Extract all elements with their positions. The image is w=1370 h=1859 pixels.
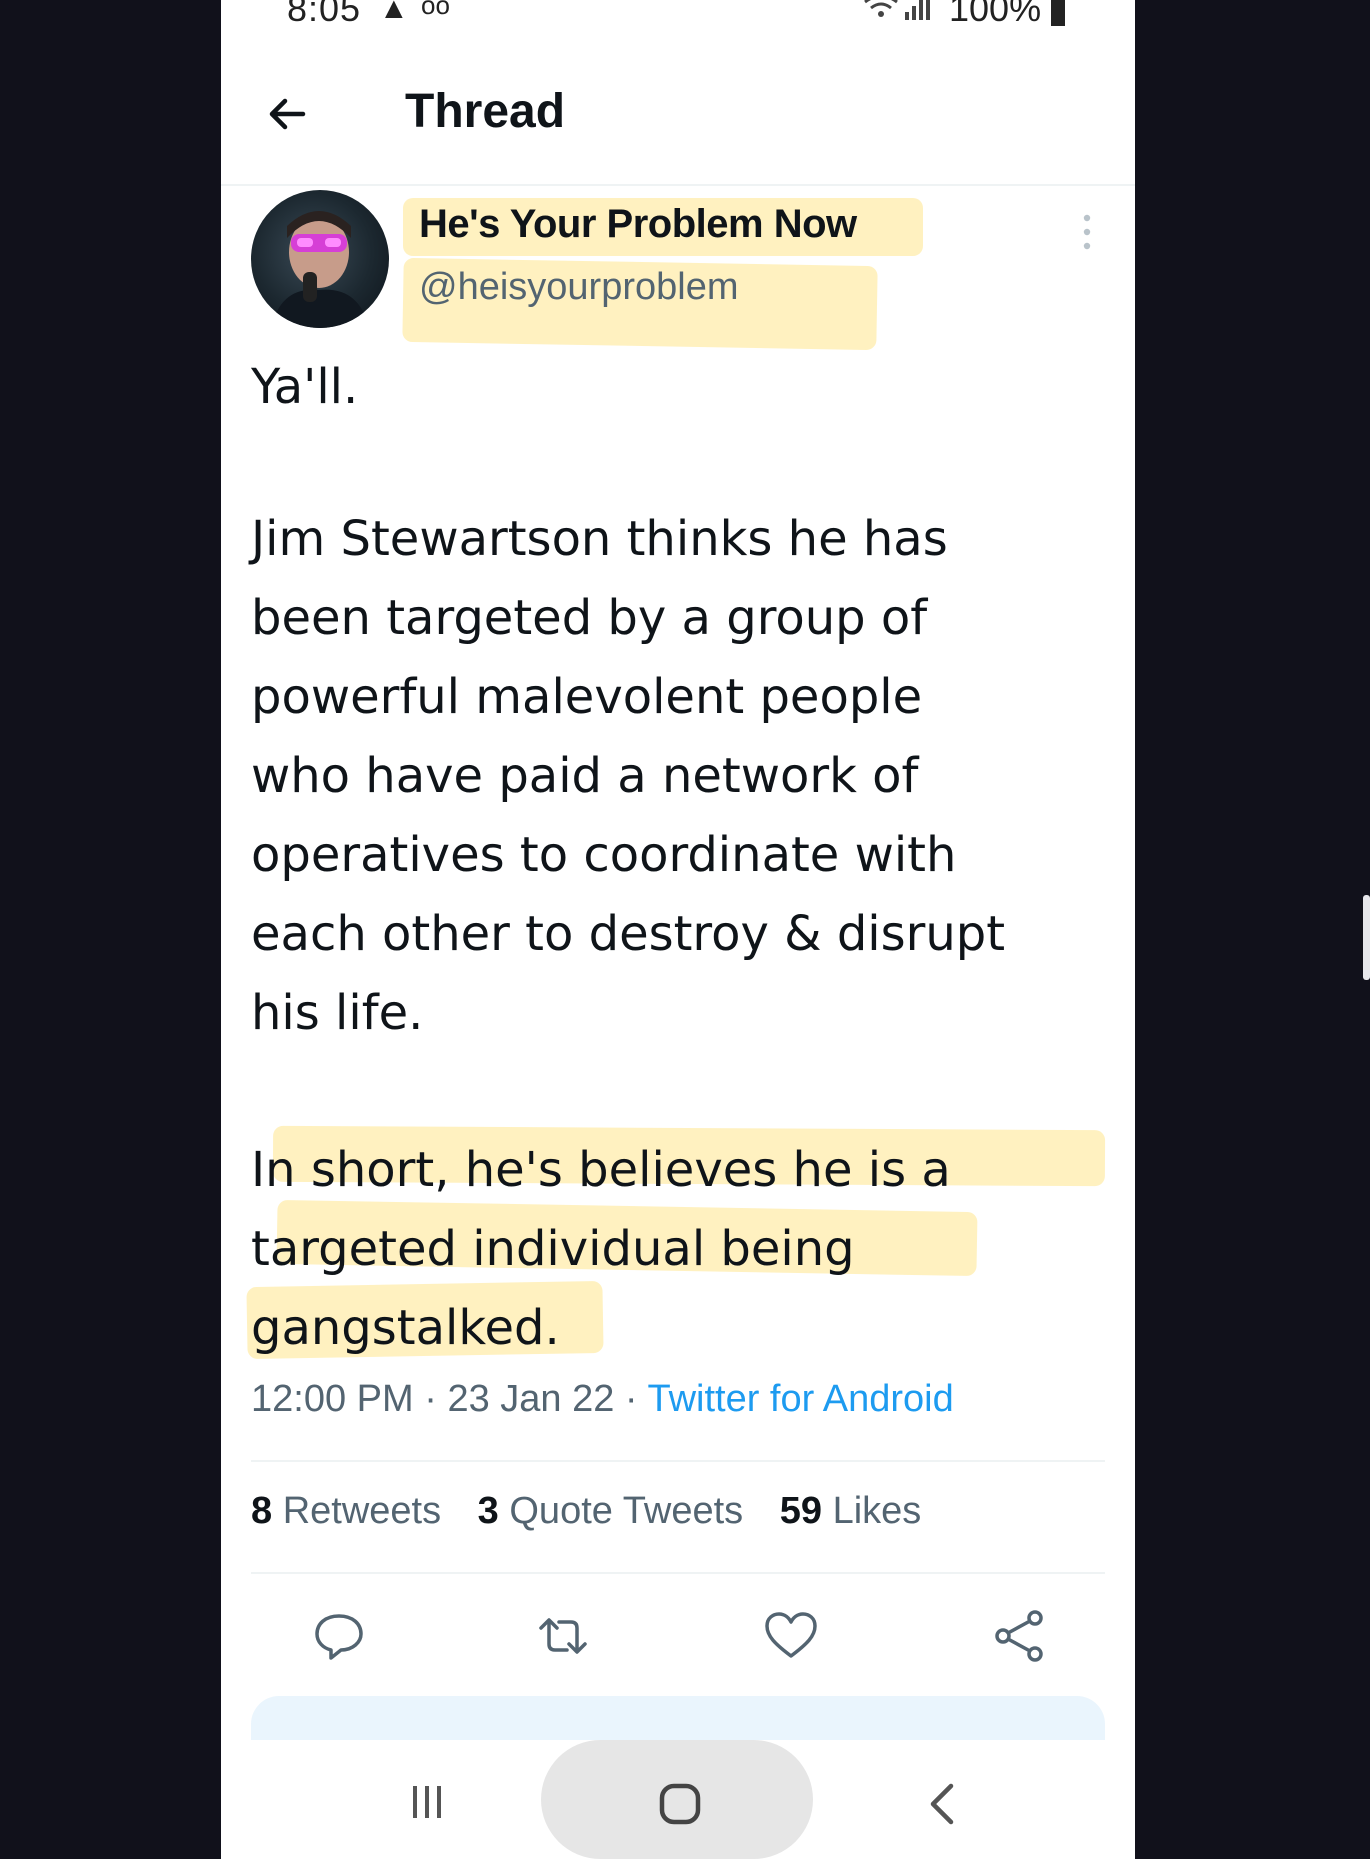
alert-icon: ▲ <box>379 0 409 25</box>
tweet-meta: 12:00 PM · 23 Jan 22 · Twitter for Andro… <box>251 1378 954 1421</box>
page-title: Thread <box>405 85 566 138</box>
recent-apps-icon[interactable] <box>407 1782 447 1822</box>
voicemail-icon: oo <box>421 0 450 20</box>
divider <box>251 1460 1105 1462</box>
like-icon[interactable] <box>763 1608 819 1664</box>
avatar-image <box>271 211 369 328</box>
tweet-paragraph-2: Jim Stewartson thinks he has been target… <box>251 511 1006 1041</box>
author-handle[interactable]: @heisyourproblem <box>419 266 739 309</box>
tweet-paragraph-3: In short, he's believes he is a targeted… <box>251 1142 951 1356</box>
author-display-name[interactable]: He's Your Problem Now <box>419 202 857 247</box>
tweet-date: 23 Jan 22 <box>447 1378 615 1420</box>
retweets-count: 8 <box>251 1490 273 1532</box>
meta-separator: · <box>624 1378 648 1420</box>
phone-screen: 8:05 ▲ oo 100% Thread He's Your Problem … <box>221 0 1135 1859</box>
signal-icon <box>905 12 909 20</box>
battery-icon <box>1051 0 1065 26</box>
likes-stat[interactable]: 59 Likes <box>780 1490 922 1533</box>
more-options-icon[interactable] <box>1077 210 1097 254</box>
action-bar <box>251 1608 1105 1664</box>
outer-scrollbar[interactable] <box>1363 895 1370 980</box>
tweet-stats: 8 Retweets 3 Quote Tweets 59 Likes <box>251 1490 947 1533</box>
meta-separator: · <box>424 1378 448 1420</box>
likes-label: Likes <box>832 1490 922 1532</box>
share-icon[interactable] <box>991 1608 1047 1664</box>
tweet-time: 12:00 PM <box>251 1378 414 1420</box>
divider <box>251 1572 1105 1574</box>
back-arrow-icon[interactable] <box>263 90 311 138</box>
retweets-label: Retweets <box>282 1490 442 1532</box>
retweets-stat[interactable]: 8 Retweets <box>251 1490 441 1533</box>
retweet-icon[interactable] <box>535 1608 591 1664</box>
likes-count: 59 <box>779 1490 822 1532</box>
quote-tweets-label: Quote Tweets <box>509 1490 744 1532</box>
quote-tweets-stat[interactable]: 3 Quote Tweets <box>478 1490 743 1533</box>
tweet-paragraph-1: Ya'll. <box>251 359 359 415</box>
home-icon[interactable] <box>658 1782 702 1826</box>
wifi-icon <box>864 0 930 20</box>
quote-tweets-count: 3 <box>477 1490 499 1532</box>
back-icon[interactable] <box>923 1780 963 1828</box>
battery-percentage: 100% <box>949 0 1042 29</box>
reply-icon[interactable] <box>311 1608 367 1664</box>
status-bar: 8:05 ▲ oo 100% <box>221 0 1135 30</box>
system-nav-bar <box>221 1740 1135 1859</box>
status-time: 8:05 <box>287 0 362 29</box>
tweet-source-link[interactable]: Twitter for Android <box>647 1378 953 1420</box>
avatar[interactable] <box>251 190 389 328</box>
thread-header: Thread <box>221 50 1135 186</box>
